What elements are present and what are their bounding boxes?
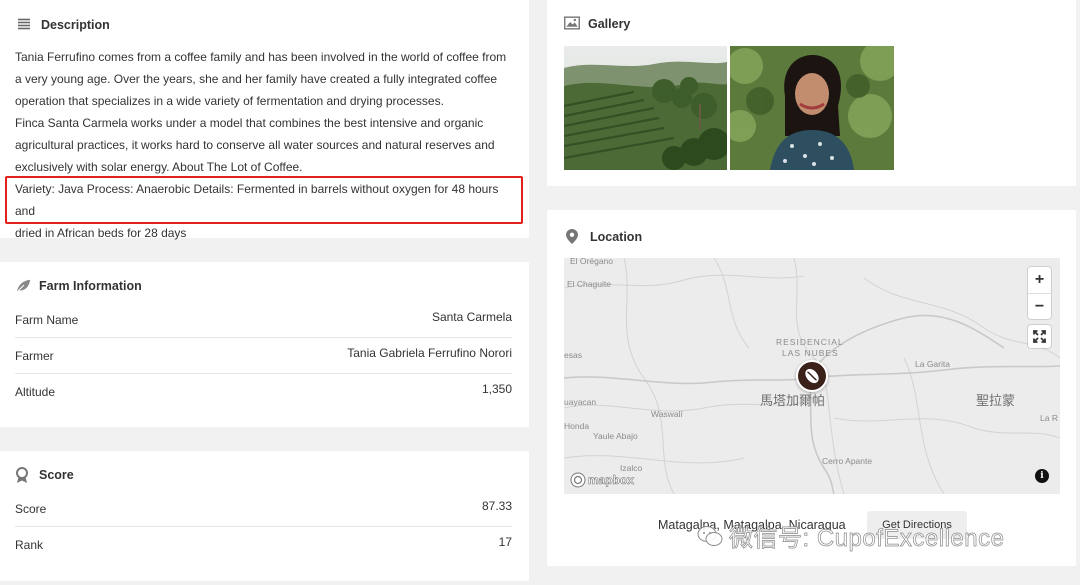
- gallery-image-coffee-farm[interactable]: [564, 46, 727, 170]
- farm-row-name: Farm Name Santa Carmela: [15, 308, 512, 338]
- map-label: Honda: [564, 421, 590, 431]
- gallery-image-farmer-portrait[interactable]: [730, 46, 894, 170]
- coffee-bean-map-marker[interactable]: [796, 360, 828, 392]
- map-label: RESIDENCIAL: [776, 337, 844, 347]
- map-label: Waswalí: [651, 409, 683, 419]
- wechat-watermark: 微信号: CupofExcellence: [697, 518, 1004, 553]
- row-value: Tania Gabriela Ferrufino Norori: [347, 346, 512, 360]
- farm-information-title: Farm Information: [39, 279, 142, 293]
- description-header: Description: [17, 17, 110, 33]
- map-label: LAS NUBES: [782, 348, 839, 358]
- list-lines-icon: [17, 17, 33, 33]
- location-map[interactable]: El Orégano El Chaguite RESIDENCIAL LAS N…: [564, 258, 1060, 494]
- map-label: La Garita: [915, 359, 950, 369]
- watermark-text: 微信号: CupofExcellence: [729, 525, 1005, 553]
- row-label: Altitude: [15, 385, 56, 399]
- score-row-rank: Rank 17: [15, 527, 512, 567]
- farm-information-card: Farm Information Farm Name Santa Carmela…: [0, 262, 529, 427]
- fullscreen-icon: [1033, 330, 1046, 343]
- location-header: Location: [566, 229, 642, 245]
- mapbox-logo[interactable]: mapbox: [570, 472, 634, 488]
- variety-process-text: Variety: Java Process: Anaerobic Details…: [15, 182, 499, 240]
- score-card: Score Score 87.33 Rank 17: [0, 451, 529, 581]
- map-label-city: 馬塔加爾帕: [760, 393, 826, 408]
- map-label: Cerro Apante: [822, 456, 873, 466]
- location-card: Location El Orégano El Chaguite RESIDENC…: [547, 210, 1076, 566]
- row-label: Score: [15, 502, 47, 516]
- map-label: El Orégano: [570, 258, 613, 266]
- row-value: 1,350: [481, 382, 512, 396]
- gallery-card: Gallery: [547, 0, 1076, 186]
- map-pin-icon: [566, 229, 582, 245]
- row-label: Farmer: [15, 349, 54, 363]
- row-label: Rank: [15, 538, 44, 552]
- score-title: Score: [39, 468, 74, 482]
- leaf-icon: [15, 278, 31, 294]
- zoom-in-button[interactable]: +: [1028, 267, 1051, 293]
- mapbox-text: mapbox: [588, 473, 635, 488]
- farm-row-farmer: Farmer Tania Gabriela Ferrufino Norori: [15, 338, 512, 374]
- score-row-score: Score 87.33: [15, 497, 512, 527]
- description-card: Description Tania Ferrufino comes from a…: [0, 0, 529, 240]
- map-label-city: 聖拉蒙: [976, 393, 1016, 408]
- map-label: uayacan: [564, 397, 597, 407]
- mapbox-icon: [570, 472, 586, 488]
- wechat-icon: [697, 525, 723, 546]
- row-label: Farm Name: [15, 313, 79, 327]
- coffee-bean-icon: [805, 368, 819, 384]
- award-ribbon-icon: [15, 467, 31, 483]
- map-label: Yaule Abajo: [593, 431, 638, 441]
- score-header: Score: [15, 467, 74, 483]
- description-text: Tania Ferrufino comes from a coffee fami…: [15, 50, 507, 174]
- location-title: Location: [590, 230, 643, 244]
- map-label: La R: [1040, 413, 1058, 423]
- image-icon: [564, 16, 580, 32]
- gallery-header: Gallery: [564, 16, 630, 32]
- zoom-out-button[interactable]: −: [1028, 293, 1051, 319]
- row-value: Santa Carmela: [431, 310, 512, 324]
- map-attribution-info-button[interactable]: i: [1035, 469, 1049, 483]
- description-title: Description: [41, 18, 110, 32]
- farm-information-header: Farm Information: [15, 278, 142, 294]
- row-value: 87.33: [481, 499, 512, 513]
- map-label: El Chaguite: [567, 279, 611, 289]
- fullscreen-button[interactable]: [1028, 325, 1051, 348]
- map-label: esas: [564, 350, 582, 360]
- row-value: 17: [498, 535, 512, 549]
- farm-row-altitude: Altitude 1,350: [15, 374, 512, 414]
- zoom-control: + −: [1028, 267, 1051, 319]
- gallery-title: Gallery: [588, 17, 631, 31]
